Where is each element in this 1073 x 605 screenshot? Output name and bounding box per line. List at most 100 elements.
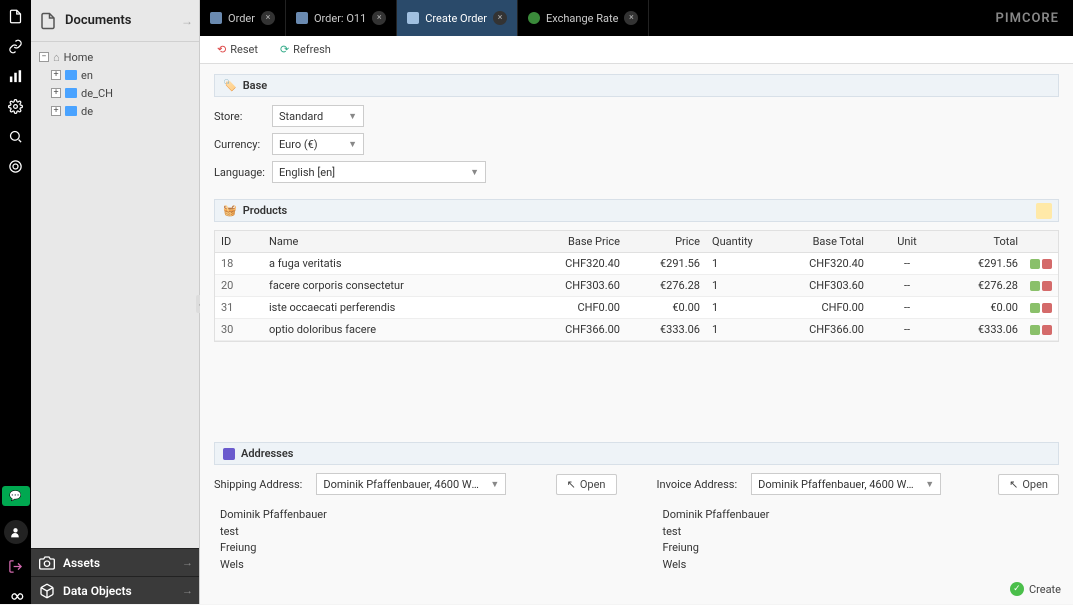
close-icon[interactable]: × [372, 11, 386, 25]
tab-exchange-rate[interactable]: Exchange Rate× [518, 0, 649, 36]
logout-icon[interactable] [8, 558, 24, 574]
user-icon[interactable] [4, 520, 28, 544]
expand-toggle[interactable]: + [51, 70, 61, 80]
doc-icon [296, 12, 308, 24]
open-shipping-button[interactable]: ↖Open [556, 474, 617, 495]
table-row[interactable]: 20facere corporis consecteturCHF303.60€2… [215, 275, 1058, 297]
tree-label: de [81, 105, 93, 118]
edit-icon[interactable] [1030, 325, 1040, 335]
link-icon[interactable] [8, 38, 24, 54]
tab-order-o11[interactable]: Order: O11 × [286, 0, 397, 36]
invoice-label: Invoice Address: [657, 478, 738, 491]
col-total[interactable]: Total [944, 231, 1024, 252]
check-icon: ✓ [1010, 582, 1024, 596]
col-unit[interactable]: Unit [870, 231, 944, 252]
stats-icon[interactable] [8, 68, 24, 84]
collapse-icon[interactable]: → [181, 14, 193, 28]
col-id[interactable]: ID [215, 231, 263, 252]
tab-bar: Order× Order: O11 × Create Order× Exchang… [200, 0, 1073, 36]
tree-label: de_CH [81, 87, 113, 100]
section-title: Addresses [241, 447, 293, 460]
brand-logo: PIMCORE [981, 0, 1073, 36]
table-row[interactable]: 31iste occaecati perferendisCHF0.00€0.00… [215, 297, 1058, 319]
basket-icon: 🧺 [223, 204, 237, 217]
expand-toggle[interactable]: + [51, 88, 61, 98]
create-button[interactable]: ✓ Create [1010, 582, 1061, 596]
reset-button[interactable]: ⟲Reset [208, 40, 267, 59]
documents-header[interactable]: Documents → [31, 0, 199, 42]
button-label: Create [1029, 583, 1061, 596]
shipping-address-select[interactable]: Dominik Pfaffenbauer, 4600 Wels, Freiung… [316, 473, 506, 495]
add-product-button[interactable] [1036, 203, 1052, 219]
tree-node[interactable]: +en [31, 66, 199, 84]
doc-icon [407, 12, 419, 24]
section-title: Base [243, 79, 267, 92]
grid-header: ID Name Base Price Price Quantity Base T… [215, 231, 1058, 253]
tab-label: Order: O11 [314, 12, 366, 25]
store-label: Store: [214, 110, 272, 123]
col-baseprice[interactable]: Base Price [526, 231, 626, 252]
select-value: English [en] [279, 166, 335, 179]
edit-icon[interactable] [1030, 303, 1040, 313]
delete-icon[interactable] [1042, 259, 1052, 269]
edit-icon[interactable] [1030, 259, 1040, 269]
chevron-down-icon: ▼ [348, 139, 357, 150]
delete-icon[interactable] [1042, 281, 1052, 291]
tree-node[interactable]: + de [31, 102, 199, 120]
dataobjects-section[interactable]: Data Objects→ [31, 576, 199, 604]
button-label: Refresh [293, 43, 331, 56]
invoice-address-block: Dominik PfaffenbauertestFreiungWels [663, 507, 1060, 573]
store-select[interactable]: Standard▼ [272, 105, 364, 127]
document-tree: −⌂ Home +en + de_CH + de [31, 42, 199, 126]
base-icon: 🏷️ [223, 79, 237, 92]
table-row[interactable]: 18a fuga veritatisCHF320.40€291.561CHF32… [215, 253, 1058, 275]
notifications-badge[interactable]: 💬 [2, 486, 30, 506]
search-icon[interactable] [8, 128, 24, 144]
expand-toggle[interactable]: + [51, 106, 61, 116]
col-basetotal[interactable]: Base Total [770, 231, 870, 252]
refresh-button[interactable]: ⟳ Refresh [271, 40, 340, 59]
delete-icon[interactable] [1042, 325, 1052, 335]
camera-icon [39, 555, 55, 571]
tab-create-order[interactable]: Create Order× [397, 0, 518, 36]
col-quantity[interactable]: Quantity [706, 231, 770, 252]
currency-select[interactable]: Euro (€) ▼ [272, 133, 364, 155]
address-icon [223, 448, 235, 460]
language-label: Language: [214, 166, 272, 179]
select-value: Dominik Pfaffenbauer, 4600 Wels, Freiung… [758, 478, 918, 491]
select-value: Euro (€) [279, 138, 318, 151]
edit-icon[interactable] [1030, 281, 1040, 291]
tree-root[interactable]: −⌂ Home [31, 48, 199, 66]
close-icon[interactable]: × [261, 11, 275, 25]
file-icon[interactable] [8, 8, 24, 24]
infinity-icon[interactable] [8, 588, 24, 604]
section-label: Assets [63, 556, 100, 570]
cursor-icon: ↖ [1009, 478, 1018, 491]
addresses-section-header: Addresses [214, 442, 1059, 465]
invoice-address-select[interactable]: Dominik Pfaffenbauer, 4600 Wels, Freiung… [751, 473, 941, 495]
cursor-icon: ↖ [567, 478, 576, 491]
table-row[interactable]: 30optio doloribus facereCHF366.00€333.06… [215, 319, 1058, 341]
cube-icon [39, 583, 55, 599]
language-select[interactable]: English [en]▼ [272, 161, 486, 183]
gear-icon[interactable] [8, 98, 24, 114]
section-label: Data Objects [63, 584, 132, 598]
delete-icon[interactable] [1042, 303, 1052, 313]
collapse-toggle[interactable]: − [39, 52, 49, 62]
close-icon[interactable]: × [493, 11, 507, 25]
assets-section[interactable]: Assets→ [31, 548, 199, 576]
col-name[interactable]: Name [263, 231, 526, 252]
documents-title: Documents [65, 13, 131, 28]
tab-order[interactable]: Order× [200, 0, 286, 36]
tree-node[interactable]: + de_CH [31, 84, 199, 102]
tree-label: Home [64, 51, 94, 64]
button-label: Open [1022, 478, 1048, 491]
home-icon: ⌂ [53, 51, 60, 64]
col-price[interactable]: Price [626, 231, 706, 252]
close-icon[interactable]: × [624, 11, 638, 25]
toolbar: ⟲Reset ⟳ Refresh [200, 36, 1073, 64]
refresh-icon: ⟳ [280, 43, 289, 56]
chevron-down-icon: ▼ [348, 111, 357, 122]
open-invoice-button[interactable]: ↖ Open [998, 474, 1059, 495]
target-icon[interactable] [8, 158, 24, 174]
